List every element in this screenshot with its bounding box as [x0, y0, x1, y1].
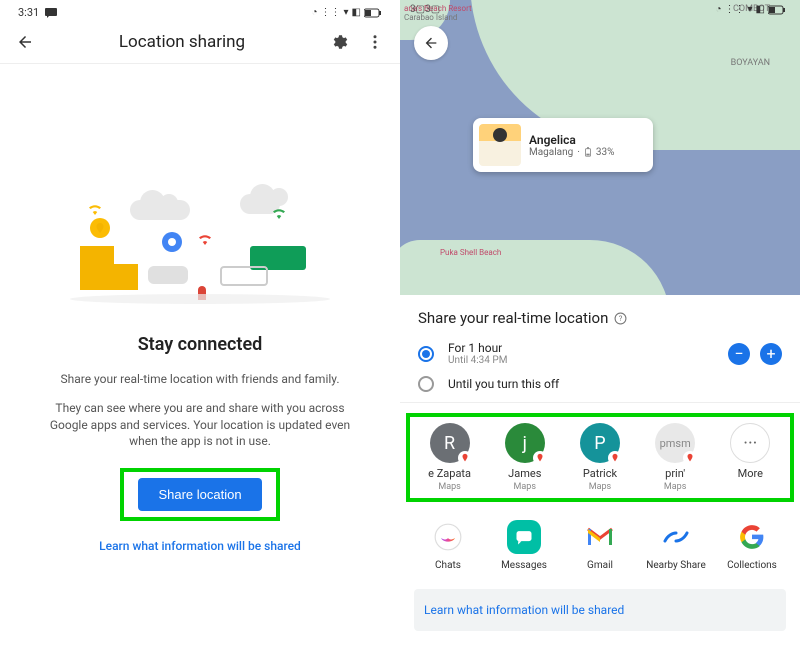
description-1: Share your real-time location with frien… [0, 371, 400, 388]
share-sheet: Share your real-time location ? For 1 ho… [400, 295, 800, 403]
share-apps-row: Chats Messages Gmail Nearby Share Collec… [400, 512, 800, 579]
contact-person[interactable]: R e Zapata Maps [419, 423, 481, 492]
app-chats[interactable]: Chats [414, 520, 482, 571]
maps-pin-icon [608, 451, 622, 465]
more-icon: ··· [730, 423, 770, 463]
person-name: Angelica [529, 133, 614, 147]
map-poi-label: Puka Shell Beach [440, 248, 501, 257]
messages-icon [507, 520, 541, 554]
avatar: j [505, 423, 545, 463]
maps-pin-icon [458, 451, 472, 465]
maps-pin-icon [683, 451, 697, 465]
duration-option-1hour[interactable]: For 1 hour Until 4:34 PM − + [418, 341, 782, 366]
header: Location sharing [0, 23, 400, 64]
radio-icon [418, 346, 434, 362]
map-back-button[interactable] [414, 26, 448, 60]
more-vert-icon[interactable] [364, 31, 386, 53]
status-time-overlay: 3▢3▢ [410, 4, 440, 15]
decrease-time-button[interactable]: − [728, 343, 750, 365]
contact-person[interactable]: P Patrick Maps [569, 423, 631, 492]
status-message-icon [45, 8, 57, 18]
avatar: P [580, 423, 620, 463]
person-sub: Magalang · 33% [529, 147, 614, 158]
duration-option-untiloff[interactable]: Until you turn this off [418, 376, 782, 392]
info-banner[interactable]: Learn what information will be shared [414, 589, 786, 631]
location-sharing-screen: 3:31 ◔⋮⋮▾◧ Location sharing [0, 0, 400, 663]
status-time: 3:31 [18, 6, 39, 19]
status-icons-right: ◔⋮⋮▾◧ [311, 7, 382, 18]
annotation-highlight: Share location [120, 468, 280, 521]
radio-icon [418, 376, 434, 392]
maps-pin-icon [533, 451, 547, 465]
status-bar: 3:31 ◔⋮⋮▾◧ [0, 0, 400, 23]
map[interactable]: ana's Beach Resort Carabao Island COMBOT… [400, 0, 800, 295]
app-collections[interactable]: Collections [718, 520, 786, 571]
info-link[interactable]: Learn what information will be shared [0, 539, 400, 553]
share-sheet-screen: ana's Beach Resort Carabao Island COMBOT… [400, 0, 800, 663]
increase-time-button[interactable]: + [760, 343, 782, 365]
status-bar: ◔⋮⋮▾◧ [715, 4, 786, 15]
sheet-title: Share your real-time location ? [418, 309, 782, 327]
more-contacts-button[interactable]: ··· More [719, 423, 781, 480]
svg-text:?: ? [619, 314, 623, 323]
avatar [479, 124, 521, 166]
annotation-highlight: R e Zapata Maps j James Maps P Patrick M… [406, 413, 794, 502]
page-title: Location sharing [50, 32, 314, 52]
avatar: R [430, 423, 470, 463]
location-illustration [70, 194, 330, 314]
description-2: They can see where you are and share wit… [0, 400, 400, 450]
google-icon [735, 520, 769, 554]
app-messages[interactable]: Messages [490, 520, 558, 571]
help-icon[interactable]: ? [614, 312, 627, 325]
contact-person[interactable]: pmsm prin' Maps [644, 423, 706, 492]
share-location-button[interactable]: Share location [138, 478, 261, 511]
sub-heading: Stay connected [0, 334, 400, 355]
app-nearby-share[interactable]: Nearby Share [642, 520, 710, 571]
gmail-icon [583, 520, 617, 554]
avatar: pmsm [655, 423, 695, 463]
contact-person[interactable]: j James Maps [494, 423, 556, 492]
map-area-label: BOYAYAN [731, 58, 770, 68]
app-gmail[interactable]: Gmail [566, 520, 634, 571]
back-arrow-icon[interactable] [14, 31, 36, 53]
nearby-share-icon [659, 520, 693, 554]
person-card[interactable]: Angelica Magalang · 33% [473, 118, 653, 172]
chats-icon [431, 520, 465, 554]
battery-icon [584, 147, 592, 157]
gear-icon[interactable] [328, 31, 350, 53]
